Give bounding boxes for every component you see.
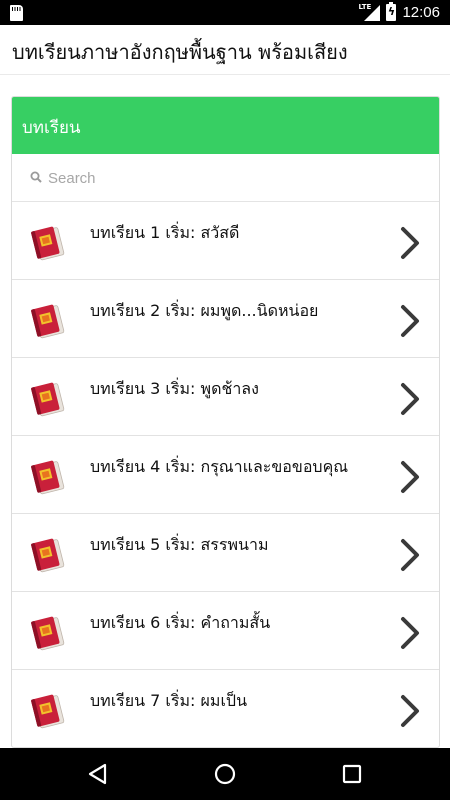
lesson-item-4[interactable]: บทเรียน 4 เริ่ม: กรุณาและขอขอบคุณ (12, 436, 439, 514)
book-icon (31, 616, 65, 651)
sd-card-icon (10, 5, 23, 21)
home-icon[interactable] (213, 762, 237, 786)
lesson-list: บทเรียน 1 เริ่ม: สวัสดี บทเรียน 2 เริ่ม:… (12, 202, 439, 747)
lesson-item-2[interactable]: บทเรียน 2 เริ่ม: ผมพูด...นิดหน่อย (12, 280, 439, 358)
status-icons: LTE ϟ 12:06 (358, 0, 440, 25)
chevron-right-icon[interactable] (399, 694, 421, 728)
lesson-item-3[interactable]: บทเรียน 3 เริ่ม: พูดช้าลง (12, 358, 439, 436)
app-title: บทเรียนภาษาอังกฤษพื้นฐาน พร้อมเสียง (12, 40, 348, 64)
chevron-right-icon[interactable] (399, 304, 421, 338)
panel-header: บทเรียน (12, 97, 439, 154)
chevron-right-icon[interactable] (399, 460, 421, 494)
lesson-label: บทเรียน 4 เริ่ม: กรุณาและขอขอบคุณ (90, 457, 349, 476)
clock: 12:06 (402, 4, 440, 21)
book-icon (31, 460, 65, 495)
chevron-right-icon[interactable] (399, 226, 421, 260)
chevron-right-icon[interactable] (399, 616, 421, 650)
search-input[interactable] (48, 164, 418, 192)
lesson-item-1[interactable]: บทเรียน 1 เริ่ม: สวัสดี (12, 202, 439, 280)
lesson-label: บทเรียน 6 เริ่ม: คำถามสั้น (90, 613, 271, 632)
book-icon (31, 694, 65, 729)
book-icon (31, 304, 65, 339)
lesson-label: บทเรียน 3 เริ่ม: พูดช้าลง (90, 379, 259, 398)
navigation-bar (0, 748, 450, 800)
lessons-panel: บทเรียน บทเรียน 1 เริ่ม: สวัสดี (11, 96, 440, 748)
chevron-right-icon[interactable] (399, 382, 421, 416)
search-icon (30, 171, 42, 183)
book-icon (31, 538, 65, 573)
lesson-label: บทเรียน 7 เริ่ม: ผมเป็น (90, 691, 247, 710)
chevron-right-icon[interactable] (399, 538, 421, 572)
signal-icon: LTE (358, 3, 381, 22)
lesson-label: บทเรียน 2 เริ่ม: ผมพูด...นิดหน่อย (90, 301, 319, 320)
lesson-label: บทเรียน 1 เริ่ม: สวัสดี (90, 223, 240, 242)
lesson-label: บทเรียน 5 เริ่ม: สรรพนาม (90, 535, 269, 554)
battery-charging-icon: ϟ (386, 2, 397, 21)
lesson-item-5[interactable]: บทเรียน 5 เริ่ม: สรรพนาม (12, 514, 439, 592)
back-icon[interactable] (86, 762, 110, 786)
app-bar: บทเรียนภาษาอังกฤษพื้นฐาน พร้อมเสียง (0, 25, 450, 75)
search-bar[interactable] (12, 154, 439, 202)
book-icon (31, 226, 65, 261)
book-icon (31, 382, 65, 417)
lesson-item-7[interactable]: บทเรียน 7 เริ่ม: ผมเป็น (12, 670, 439, 747)
lesson-item-6[interactable]: บทเรียน 6 เริ่ม: คำถามสั้น (12, 592, 439, 670)
status-bar: LTE ϟ 12:06 (0, 0, 450, 25)
recents-icon[interactable] (340, 762, 364, 786)
